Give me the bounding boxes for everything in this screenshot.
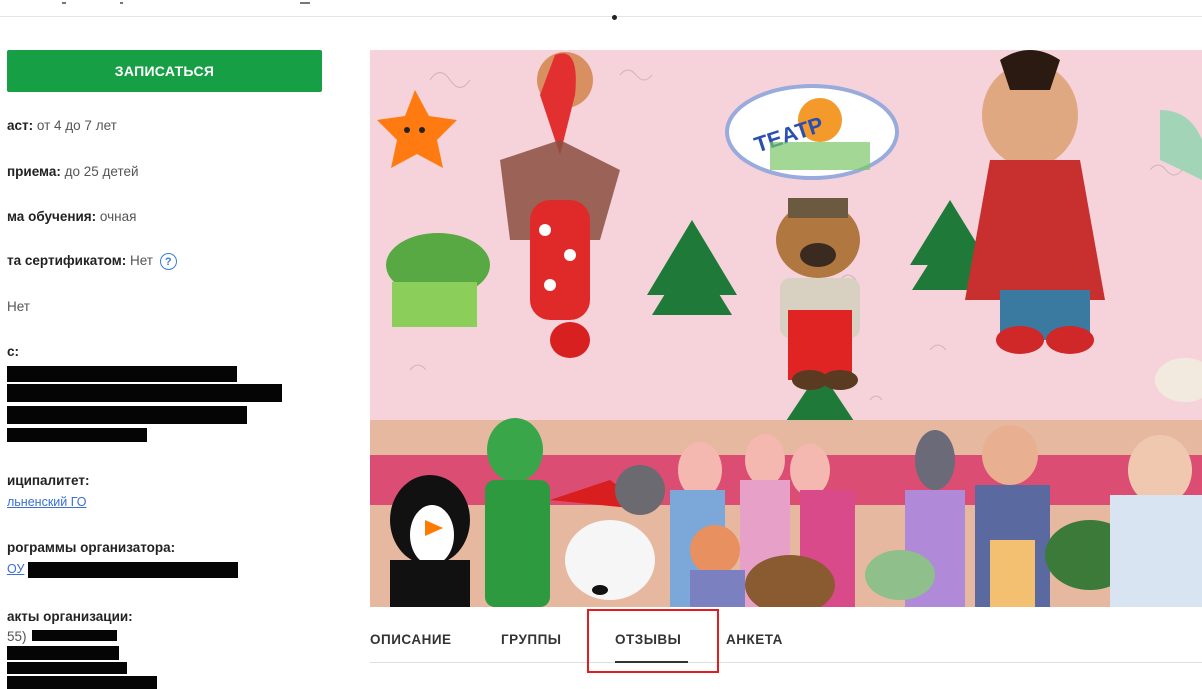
study-form-info: ма обучения: очная [7,209,136,224]
certificate-label: та сертификатом: [7,253,127,269]
certificate-value: Нет [130,253,153,269]
municipality-link[interactable]: льненский ГО [7,495,87,509]
municipality-info: иципалитет: [7,473,89,488]
municipality-link-row: льненский ГО [7,494,87,509]
extra-info: Нет [7,299,30,314]
capacity-value: до 25 детей [64,164,139,179]
tab-questionnaire[interactable]: АНКЕТА [726,632,783,647]
tabs-divider [370,662,1202,663]
redacted-address-line-1 [7,366,237,382]
enroll-button[interactable]: ЗАПИСАТЬСЯ [7,50,322,92]
program-photo: ТЕАТР [370,50,1202,607]
redacted-phone [32,630,117,641]
organizer-programs-link[interactable]: ОУ [7,562,24,576]
municipality-label: иципалитет: [7,473,90,488]
tab-reviews[interactable]: ОТЗЫВЫ [615,632,681,647]
help-icon[interactable]: ? [159,253,177,270]
redacted-contact-line-3 [7,676,157,689]
phone-prefix: 55) [7,629,27,644]
organizer-programs-label: рограммы организатора: [7,540,176,555]
capacity-info: приема: до 25 детей [7,164,139,179]
active-tab-indicator [615,661,688,663]
age-label: аст: [7,118,34,133]
age-value: от 4 до 7 лет [36,118,117,133]
contacts-phone-row: 55) [7,629,27,644]
study-form-value: очная [99,209,137,224]
cropped-header-fragment [0,0,320,8]
extra-value: Нет [7,299,30,314]
study-form-label: ма обучения: [7,209,97,224]
redacted-address-line-4 [7,428,147,442]
contacts-info: акты организации: [7,609,133,624]
certificate-info: та сертификатом: Нет ? [7,253,177,270]
contacts-label: акты организации: [7,609,133,624]
tab-groups[interactable]: ГРУППЫ [501,632,562,647]
redacted-contact-line-2 [7,662,127,674]
organizer-link-row: ОУ [7,561,24,576]
pagination-dot [612,15,617,20]
age-info: аст: от 4 до 7 лет [7,118,117,133]
redacted-address-line-3 [7,406,247,424]
header-divider [0,16,1202,17]
organizer-programs-info: рограммы организатора: [7,540,175,555]
capacity-label: приема: [7,164,61,179]
redacted-address-line-2 [7,384,282,402]
address-info: с: [7,344,19,359]
redacted-contact-line-1 [7,646,119,660]
tab-description[interactable]: ОПИСАНИЕ [370,632,452,647]
program-tabs: ОПИСАНИЕ ГРУППЫ ОТЗЫВЫ АНКЕТА [370,620,1202,662]
address-label: с: [7,344,20,359]
redacted-organizer-name [28,562,238,578]
